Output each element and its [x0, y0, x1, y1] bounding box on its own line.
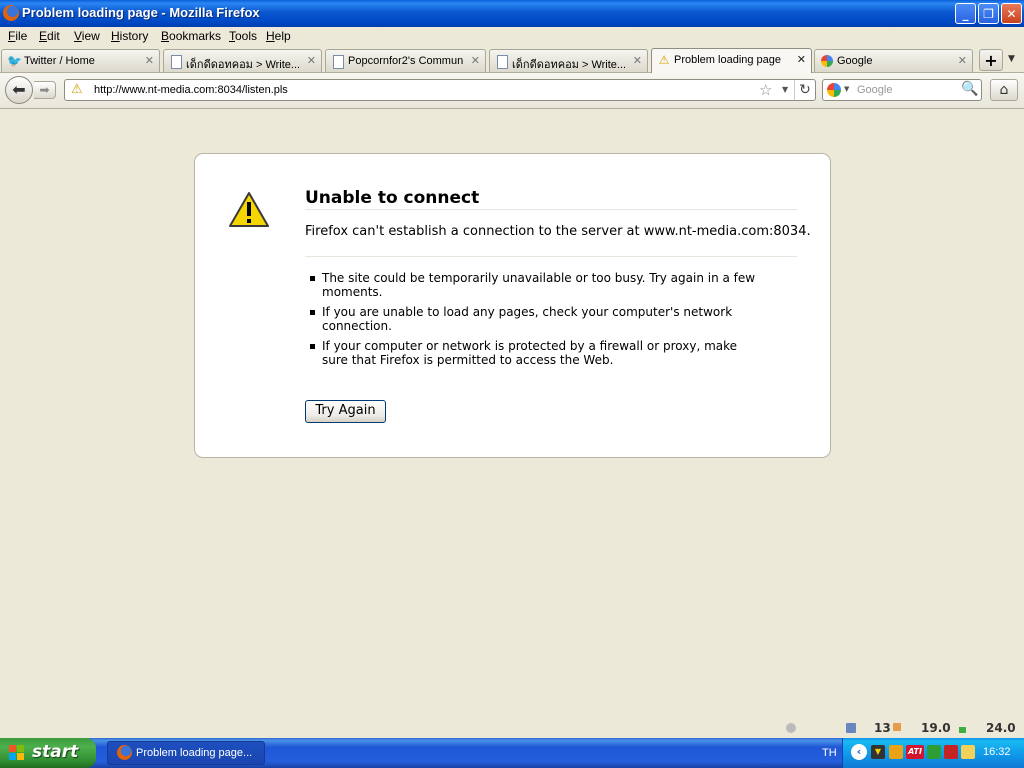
tab-popcornfor2[interactable]: Popcornfor2's Commun... ✕ [325, 49, 486, 72]
firefox-logo-icon [3, 5, 19, 21]
tab-label: เด็กดีดอทคอม > Write... [512, 59, 625, 71]
error-title: Unable to connect [305, 188, 480, 208]
close-tab-icon[interactable]: ✕ [797, 53, 806, 66]
back-arrow-icon: ⬅ [12, 80, 26, 99]
divider [305, 256, 797, 257]
tab-label: Popcornfor2's Commun... [348, 55, 463, 67]
url-text[interactable]: http://www.nt-media.com:8034/listen.pls [94, 84, 288, 96]
google-icon [820, 54, 834, 68]
close-tab-icon[interactable]: ✕ [145, 54, 154, 67]
taskbar-button-label: Problem loading page... [136, 747, 253, 759]
menu-history[interactable]: History [111, 29, 148, 43]
warning-triangle-icon [229, 192, 269, 227]
error-description: Firefox can't establish a connection to … [305, 224, 811, 239]
close-tab-icon[interactable]: ✕ [307, 54, 316, 67]
start-button[interactable]: start [0, 738, 96, 768]
windows-taskbar: start Problem loading page... TH ‹ ▼ ATI… [0, 738, 1024, 768]
tray-app-icon[interactable] [944, 745, 958, 759]
close-tab-icon[interactable]: ✕ [958, 54, 967, 67]
taskbar-firefox-button[interactable]: Problem loading page... [107, 741, 265, 765]
url-history-dropdown-icon[interactable]: ▼ [782, 85, 788, 94]
home-button[interactable]: ⌂ [990, 79, 1018, 101]
clock[interactable]: 16:32 [983, 746, 1011, 758]
status-indicator-icon [959, 727, 966, 733]
addon-icon[interactable] [786, 723, 796, 733]
tray-app-icon[interactable] [927, 745, 941, 759]
network-icon[interactable] [846, 723, 856, 733]
page-icon [495, 54, 509, 69]
list-item: If your computer or network is protected… [305, 339, 765, 367]
tray-app-icon[interactable] [961, 745, 975, 759]
menu-help[interactable]: Help [266, 29, 291, 43]
tab-problem-loading[interactable]: ⚠ Problem loading page ✕ [651, 48, 812, 73]
window-titlebar[interactable]: Problem loading page - Mozilla Firefox _… [0, 0, 1024, 27]
page-icon [169, 54, 183, 69]
search-bar[interactable]: ▼ Google 🔍 [822, 79, 982, 101]
tab-label: เด็กดีดอทคอม > Write... [186, 59, 299, 71]
error-page-container: Unable to connect Firefox can't establis… [194, 153, 831, 458]
tab-strip: 🐦 Twitter / Home ✕ เด็กดีดอทคอม > Write.… [0, 46, 1024, 73]
tab-dek-d-1[interactable]: เด็กดีดอทคอม > Write... ✕ [163, 49, 322, 72]
error-suggestions-list: The site could be temporarily unavailabl… [305, 271, 765, 373]
menu-bookmarks[interactable]: Bookmarks [161, 29, 221, 43]
google-engine-icon[interactable] [827, 83, 841, 97]
list-item: If you are unable to load any pages, che… [305, 305, 765, 333]
navigation-toolbar: ⬅ ➡ ⚠ http://www.nt-media.com:8034/liste… [0, 73, 1024, 109]
try-again-button[interactable]: Try Again [305, 400, 386, 423]
tab-list-dropdown-icon[interactable]: ▼ [1008, 54, 1015, 64]
status-value-2: 19.0 [921, 721, 951, 735]
close-window-button[interactable]: ✕ [1001, 3, 1022, 24]
tab-dek-d-2[interactable]: เด็กดีดอทคอม > Write... ✕ [489, 49, 648, 72]
system-tray: ‹ ▼ ATI 16:32 [842, 738, 1024, 768]
minimize-button[interactable]: _ [955, 3, 976, 24]
tab-label: Google [837, 55, 873, 67]
search-engine-dropdown-icon[interactable]: ▼ [844, 85, 849, 93]
language-indicator[interactable]: TH [822, 747, 837, 759]
site-warning-icon[interactable]: ⚠ [71, 82, 83, 97]
windows-flag-icon [9, 745, 25, 761]
page-content: Unable to connect Firefox can't establis… [0, 109, 1024, 738]
url-bar[interactable]: ⚠ http://www.nt-media.com:8034/listen.pl… [64, 79, 816, 101]
twitter-bird-icon: 🐦 [7, 54, 22, 68]
divider [305, 209, 797, 210]
tab-label: Problem loading page [674, 54, 782, 66]
mail-icon[interactable] [893, 723, 901, 731]
home-icon: ⌂ [999, 82, 1009, 98]
back-button[interactable]: ⬅ [5, 76, 33, 104]
list-item: The site could be temporarily unavailabl… [305, 271, 765, 299]
warning-icon: ⚠ [658, 53, 670, 67]
tray-app-icon[interactable] [889, 745, 903, 759]
bookmark-star-icon[interactable]: ☆ [759, 81, 772, 99]
forward-button[interactable]: ➡ [34, 81, 56, 99]
close-tab-icon[interactable]: ✕ [633, 54, 642, 67]
search-input[interactable]: Google [857, 84, 892, 96]
status-value-1: 13 [874, 721, 891, 735]
tray-app-icon[interactable]: ▼ [871, 745, 885, 759]
start-label: start [32, 742, 79, 762]
window-title: Problem loading page - Mozilla Firefox [22, 5, 260, 20]
reload-icon[interactable]: ↻ [794, 80, 815, 100]
tab-label: Twitter / Home [24, 55, 95, 67]
menu-edit[interactable]: Edit [39, 29, 60, 43]
new-tab-button[interactable]: + [979, 49, 1003, 71]
menu-file[interactable]: File [8, 29, 27, 43]
tab-twitter[interactable]: 🐦 Twitter / Home ✕ [1, 49, 160, 72]
tab-google[interactable]: Google ✕ [814, 49, 973, 72]
status-value-3: 24.0 [986, 721, 1016, 735]
page-icon [331, 54, 345, 69]
status-bar: 13 19.0 24.0 [0, 718, 1024, 738]
firefox-icon [117, 745, 132, 760]
menu-tools[interactable]: Tools [229, 29, 257, 43]
show-hidden-icons-chevron-icon[interactable]: ‹ [851, 744, 867, 760]
forward-arrow-icon: ➡ [39, 83, 50, 97]
menu-bar: File Edit View History Bookmarks Tools H… [0, 27, 1024, 46]
close-tab-icon[interactable]: ✕ [471, 54, 480, 67]
menu-view[interactable]: View [74, 29, 100, 43]
ati-icon[interactable]: ATI [906, 745, 924, 759]
search-magnifier-icon[interactable]: 🔍 [961, 81, 978, 97]
maximize-button[interactable]: ❐ [978, 3, 999, 24]
